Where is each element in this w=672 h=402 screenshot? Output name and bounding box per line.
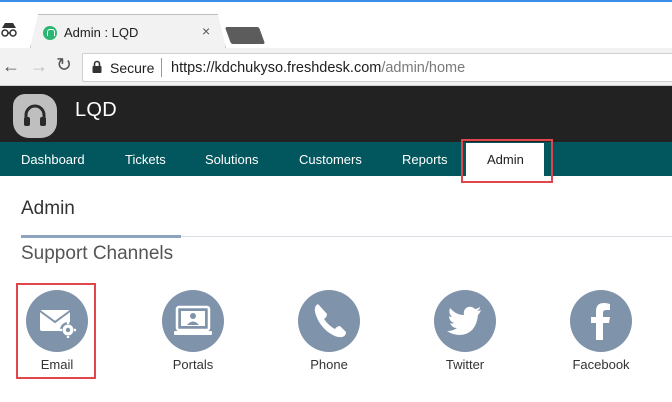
nav-solutions[interactable]: Solutions [205,152,258,167]
page-title: Admin [21,198,75,219]
email-highlight-box [16,283,96,379]
nav-dashboard[interactable]: Dashboard [21,152,85,167]
lock-icon [92,60,102,73]
url-host: https://kdchukyso.freshdesk.com [171,60,382,76]
tab-close-icon[interactable]: × [202,23,210,39]
forward-arrow-icon[interactable]: → [30,56,48,77]
phone-channel-icon[interactable] [298,290,360,352]
admin-highlight-box [461,139,553,183]
nav-customers[interactable]: Customers [299,152,362,167]
browser-top-edge [0,0,672,8]
reload-icon[interactable]: ↻ [56,54,72,77]
address-separator [161,58,162,77]
back-arrow-icon[interactable]: ← [2,56,20,77]
incognito-icon [0,22,18,38]
twitter-channel-label[interactable]: Twitter [420,357,510,372]
twitter-channel-icon[interactable] [434,290,496,352]
section-title: Support Channels [21,243,174,264]
facebook-channel-label[interactable]: Facebook [556,357,646,372]
tab-title: Admin : LQD [64,25,139,40]
phone-channel-label[interactable]: Phone [284,357,374,372]
brand-name: LQD [75,99,118,121]
freshdesk-favicon-icon [43,26,57,40]
url-text[interactable]: https://kdchukyso.freshdesk.com/admin/ho… [171,60,465,76]
new-tab-button[interactable] [224,27,266,44]
url-path: /admin/home [381,60,466,76]
helpdesk-logo-icon[interactable] [13,94,57,138]
title-divider-accent [21,235,181,238]
secure-label: Secure [110,60,155,76]
nav-tickets[interactable]: Tickets [125,152,166,167]
nav-reports[interactable]: Reports [402,152,448,167]
facebook-channel-icon[interactable] [570,290,632,352]
portal-channel-icon[interactable] [162,290,224,352]
portal-channel-label[interactable]: Portals [148,357,238,372]
